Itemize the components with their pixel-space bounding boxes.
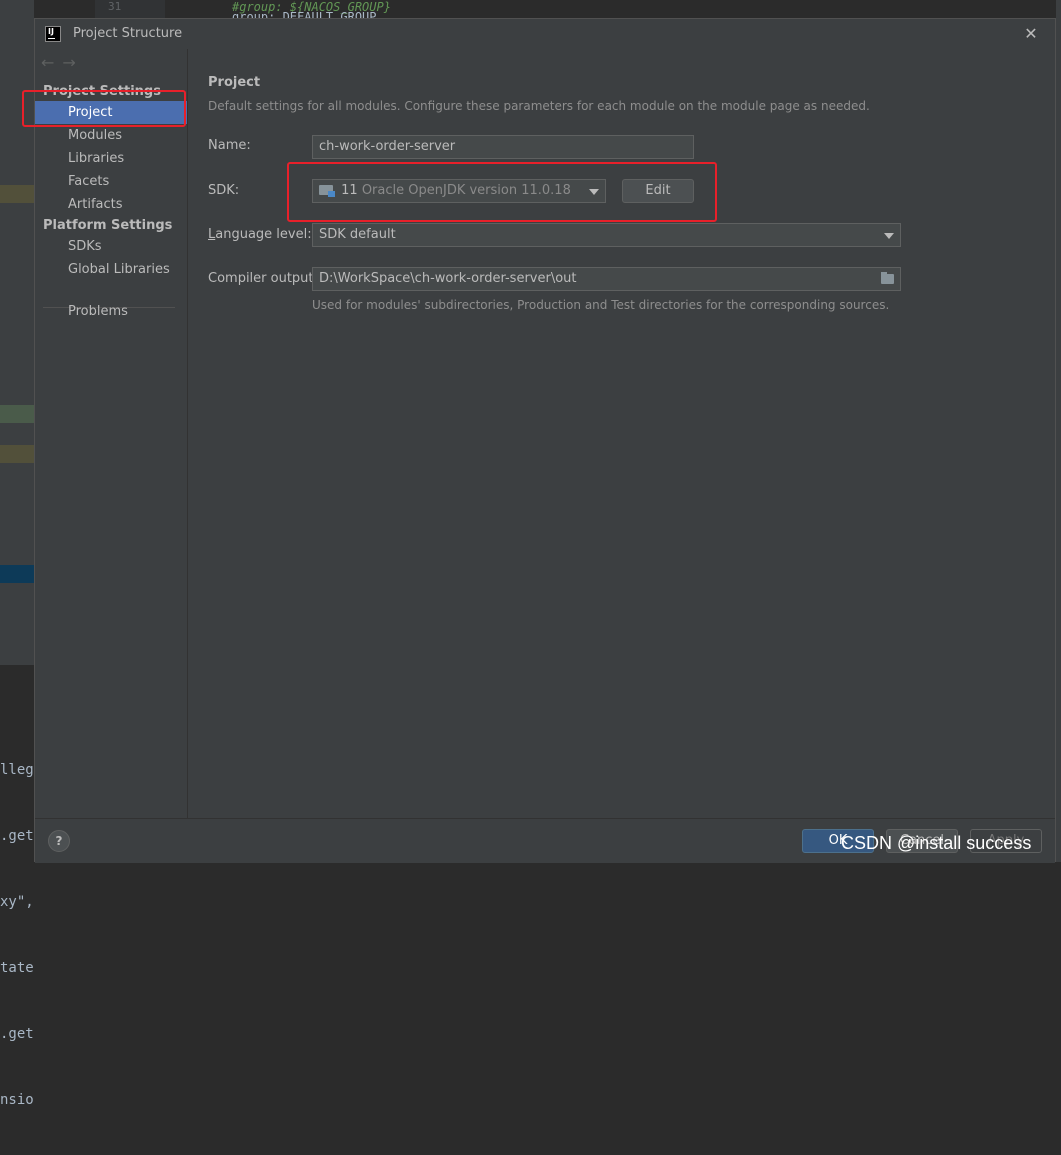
help-button[interactable]: ? xyxy=(48,830,70,852)
nav-arrows: ← → xyxy=(41,53,84,72)
dialog-titlebar[interactable]: IJ Project Structure ✕ xyxy=(35,19,1055,49)
back-arrow-icon[interactable]: ← xyxy=(41,53,54,72)
sdk-version: 11 xyxy=(341,183,358,198)
sidebar-item-artifacts[interactable]: Artifacts xyxy=(35,193,187,216)
sdk-dropdown[interactable]: 11 Oracle OpenJDK version 11.0.18 xyxy=(312,179,606,203)
intellij-app-icon: IJ xyxy=(45,26,61,42)
compiler-output-label: Compiler output: xyxy=(208,271,318,286)
page-title: Project xyxy=(208,75,261,90)
jdk-folder-icon xyxy=(319,185,335,197)
sidebar-item-global-libraries[interactable]: Global Libraries xyxy=(35,258,187,281)
language-level-label: Language level: xyxy=(208,227,312,242)
sdk-name: Oracle OpenJDK version 11.0.18 xyxy=(361,183,571,198)
project-settings-panel: Project Default settings for all modules… xyxy=(188,49,1055,818)
close-icon[interactable]: ✕ xyxy=(1021,24,1041,44)
background-highlight-stripe xyxy=(0,445,34,463)
sidebar-item-problems[interactable]: Problems xyxy=(35,300,187,323)
sidebar-item-sdks[interactable]: SDKs xyxy=(35,235,187,258)
chevron-down-icon xyxy=(884,233,894,239)
forward-arrow-icon[interactable]: → xyxy=(62,53,75,72)
background-highlight-stripe xyxy=(0,565,34,583)
background-line-number: 31 xyxy=(108,0,122,13)
language-level-value: SDK default xyxy=(319,227,396,242)
background-highlight-stripe xyxy=(0,185,34,203)
browse-folder-icon[interactable] xyxy=(881,272,894,284)
background-gutter xyxy=(95,0,165,18)
sidebar-item-project[interactable]: Project xyxy=(35,101,187,124)
sidebar-item-modules[interactable]: Modules xyxy=(35,124,187,147)
compiler-output-path: D:\WorkSpace\ch-work-order-server\out xyxy=(319,271,577,286)
sidebar-item-libraries[interactable]: Libraries xyxy=(35,147,187,170)
sdk-label: SDK: xyxy=(208,183,240,198)
background-highlight-stripe xyxy=(0,405,34,423)
settings-sidebar: ← → Project Settings Project Modules Libr… xyxy=(35,49,188,818)
watermark: CSDN @install success xyxy=(841,833,1032,853)
project-settings-header: Project Settings xyxy=(43,84,161,99)
chevron-down-icon xyxy=(589,189,599,195)
language-level-label-text: anguage level: xyxy=(215,227,312,242)
dialog-title: Project Structure xyxy=(73,26,183,41)
sidebar-item-facets[interactable]: Facets xyxy=(35,170,187,193)
compiler-output-hint: Used for modules' subdirectories, Produc… xyxy=(312,298,890,312)
edit-sdk-button[interactable]: Edit xyxy=(622,179,694,203)
page-description: Default settings for all modules. Config… xyxy=(208,99,870,113)
language-level-dropdown[interactable]: SDK default xyxy=(312,223,901,247)
platform-settings-header: Platform Settings xyxy=(43,218,173,233)
compiler-output-field[interactable]: D:\WorkSpace\ch-work-order-server\out xyxy=(312,267,901,291)
name-label: Name: xyxy=(208,138,251,153)
background-right-edge xyxy=(1056,0,1061,862)
project-structure-dialog: IJ Project Structure ✕ ← → Project Settin… xyxy=(34,18,1056,863)
background-console-text: lleg .get xy", tate .get nsio xyxy=(0,762,34,1108)
project-name-field[interactable]: ch-work-order-server xyxy=(312,135,694,159)
